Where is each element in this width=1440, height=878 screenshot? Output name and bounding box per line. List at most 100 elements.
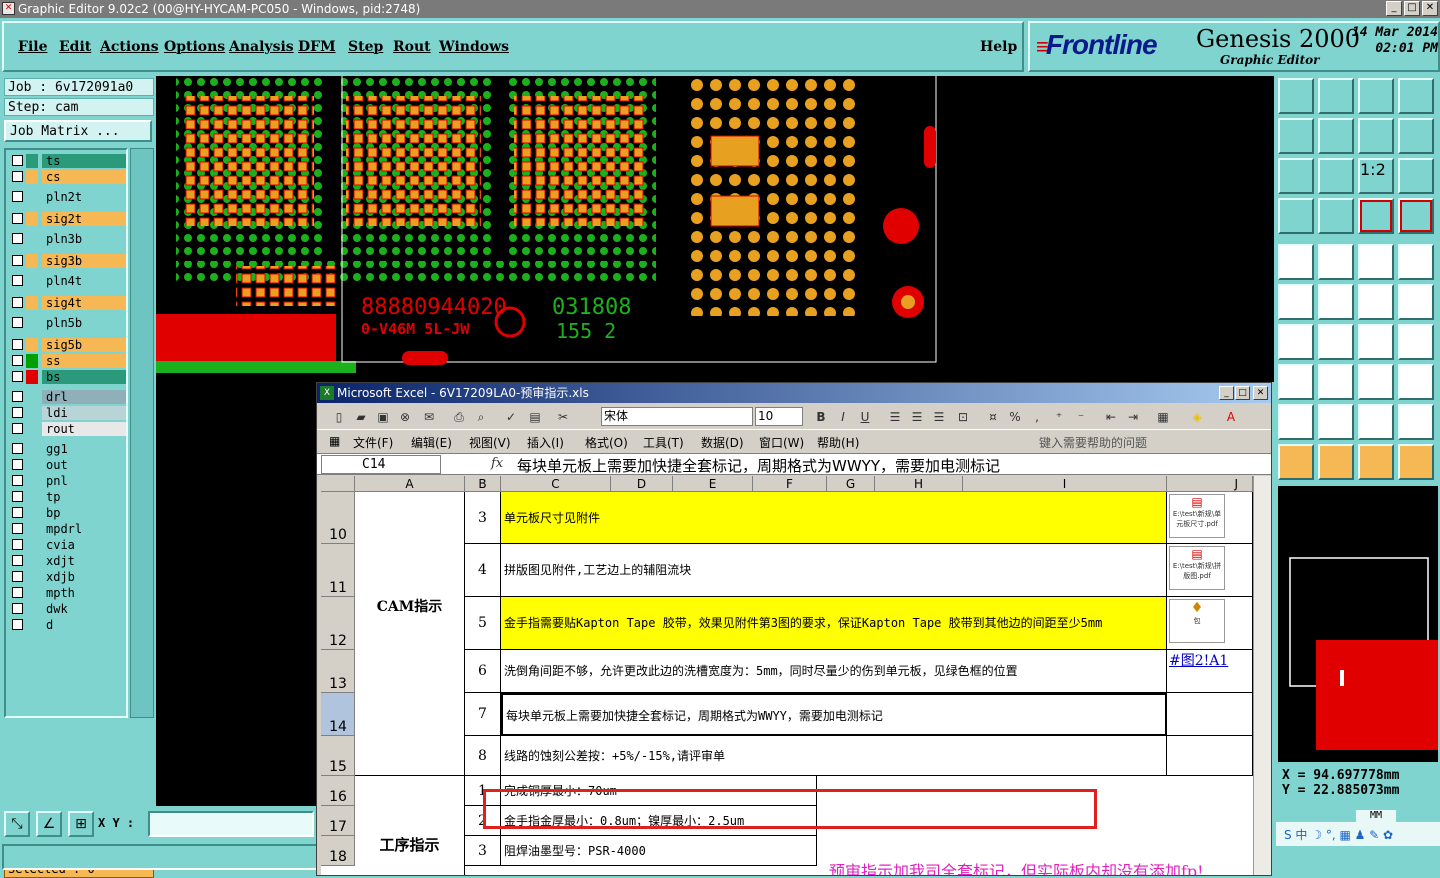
layer-checkbox[interactable] — [12, 391, 23, 402]
layer-row-rout[interactable]: rout — [10, 422, 126, 436]
dimension-icon[interactable] — [1358, 364, 1394, 400]
formula-input[interactable]: 每块单元板上需要加快捷全套标记，周期格式为WWYY，需要加电测标记 — [517, 455, 1000, 476]
layer-name[interactable]: dwk — [42, 602, 126, 616]
excel-menu-view[interactable]: 视图(V) — [469, 434, 511, 451]
mirror-icon[interactable] — [1398, 324, 1434, 360]
save-icon[interactable] — [1318, 78, 1354, 114]
layer-name[interactable]: sig5b — [42, 338, 126, 352]
group-process[interactable]: 工序指示 — [355, 776, 465, 875]
new-icon[interactable]: ▯ — [331, 409, 347, 425]
layer-row-dwk[interactable]: dwk — [10, 602, 126, 616]
layer-name[interactable]: mpdrl — [42, 522, 126, 536]
excel-maximize-button[interactable]: □ — [1235, 386, 1250, 400]
preview-icon[interactable]: ⌕ — [473, 409, 489, 425]
excel-minimize-button[interactable]: _ — [1219, 386, 1234, 400]
layer-name[interactable]: sig2t — [42, 212, 126, 226]
layer-row-cs[interactable]: cs — [10, 170, 126, 184]
zoom-area-icon[interactable] — [1358, 118, 1394, 154]
zoom-home-icon[interactable] — [1278, 158, 1314, 194]
pan-icon[interactable] — [1318, 158, 1354, 194]
job-matrix-button[interactable]: Job Matrix ... — [4, 120, 152, 142]
row-header-18[interactable]: 18 — [321, 836, 355, 866]
layer-name[interactable]: xdjb — [42, 570, 126, 584]
layer-row-pln5b[interactable]: pln5b — [10, 316, 126, 330]
connect-icon[interactable] — [1278, 284, 1314, 320]
row-header-15[interactable]: 15 — [321, 736, 355, 776]
layer-name[interactable]: tp — [42, 490, 126, 504]
layer-checkbox[interactable] — [12, 213, 23, 224]
row18-text[interactable]: 阻焊油墨型号：PSR-4000 — [501, 836, 817, 866]
excel-menu-data[interactable]: 数据(D) — [701, 434, 744, 451]
excel-menu-help[interactable]: 帮助(H) — [817, 434, 859, 451]
layer-name[interactable]: mpth — [42, 586, 126, 600]
layer-row-pln3b[interactable]: pln3b — [10, 232, 126, 246]
row10-num[interactable]: 3 — [465, 492, 501, 544]
layer-name[interactable]: out — [42, 458, 126, 472]
pcb-canvas-lower[interactable] — [156, 382, 316, 806]
row-header-13[interactable]: 13 — [321, 650, 355, 693]
research-icon[interactable]: ▤ — [527, 409, 543, 425]
email-icon[interactable]: ✉ — [421, 409, 437, 425]
layer-row-d[interactable]: d — [10, 618, 126, 632]
layer-row-mpth[interactable]: mpth — [10, 586, 126, 600]
group-cam[interactable]: CAM指示 — [355, 492, 465, 776]
layer-row-tp[interactable]: tp — [10, 490, 126, 504]
line-icon[interactable] — [1358, 284, 1394, 320]
menu-analysis[interactable]: Analysis — [229, 39, 294, 55]
pdf-attachment-1[interactable]: ▤ E:\test\新规\单元板尺寸.pdf — [1169, 494, 1225, 538]
snap-icon[interactable] — [1358, 198, 1394, 234]
layer-row-bp[interactable]: bp — [10, 506, 126, 520]
menu-dfm[interactable]: DFM — [298, 39, 336, 55]
layer-checkbox[interactable] — [12, 355, 23, 366]
layer-row-sig2t[interactable]: sig2t — [10, 212, 126, 226]
comma-icon[interactable]: , — [1029, 409, 1045, 425]
menu-file[interactable]: File — [18, 39, 47, 55]
redraw-icon[interactable] — [1398, 118, 1434, 154]
row-header-11[interactable]: 11 — [321, 544, 355, 597]
layer-row-xdjt[interactable]: xdjt — [10, 554, 126, 568]
layer-row-ldi[interactable]: ldi — [10, 406, 126, 420]
layer-row-pln4t[interactable]: pln4t — [10, 274, 126, 288]
layer-checkbox[interactable] — [12, 507, 23, 518]
snap-alt-icon[interactable] — [1398, 198, 1434, 234]
outdent-icon[interactable]: ⇤ — [1103, 409, 1119, 425]
layer-row-bs[interactable]: bs — [10, 370, 126, 384]
layer-list-scrollbar[interactable] — [130, 148, 154, 718]
row11-num[interactable]: 4 — [465, 544, 501, 597]
pdf-attachment-2[interactable]: ▤ E:\test\新规\拼版图.pdf — [1169, 546, 1225, 590]
layer-name[interactable]: pln4t — [42, 274, 126, 288]
layer-checkbox[interactable] — [12, 475, 23, 486]
layer-row-sig3b[interactable]: sig3b — [10, 254, 126, 268]
layer-checkbox[interactable] — [12, 297, 23, 308]
layer-checkbox[interactable] — [12, 275, 23, 286]
layer-row-mpdrl[interactable]: mpdrl — [10, 522, 126, 536]
permission-icon[interactable]: ⊗ — [397, 409, 413, 425]
layer-row-xdjb[interactable]: xdjb — [10, 570, 126, 584]
layer-checkbox[interactable] — [12, 423, 23, 434]
layer-checkbox[interactable] — [12, 459, 23, 470]
menu-help[interactable]: Help — [980, 39, 1017, 55]
save-icon[interactable]: ▣ — [375, 409, 391, 425]
layer-row-ss[interactable]: ss — [10, 354, 126, 368]
cross-icon[interactable] — [1318, 284, 1354, 320]
excel-menu-format[interactable]: 格式(O) — [585, 434, 628, 451]
italic-icon[interactable]: I — [835, 409, 851, 425]
merge-icon[interactable]: ⊡ — [955, 409, 971, 425]
row12-num[interactable]: 5 — [465, 597, 501, 650]
borders-icon[interactable]: ▦ — [1155, 409, 1171, 425]
align-center-icon[interactable]: ☰ — [909, 409, 925, 425]
col-header-i[interactable]: I — [963, 476, 1167, 492]
increase-decimal-icon[interactable]: ⁺ — [1051, 409, 1067, 425]
layer-row-pnl[interactable]: pnl — [10, 474, 126, 488]
layer-name[interactable]: ss — [42, 354, 126, 368]
print-icon[interactable]: ⎙ — [451, 409, 467, 425]
row12-text[interactable]: 金手指需要贴Kapton Tape 胶带，效果见附件第3图的要求，保证Kapto… — [501, 597, 1167, 650]
layer-name[interactable]: pln3b — [42, 232, 126, 246]
row-header-10[interactable]: 10 — [321, 492, 355, 544]
zoom-in-icon[interactable] — [1278, 118, 1314, 154]
layer-checkbox[interactable] — [12, 191, 23, 202]
fx-icon[interactable]: fx — [491, 456, 503, 471]
arc-icon[interactable] — [1358, 324, 1394, 360]
layer-checkbox[interactable] — [12, 443, 23, 454]
layer-checkbox[interactable] — [12, 407, 23, 418]
